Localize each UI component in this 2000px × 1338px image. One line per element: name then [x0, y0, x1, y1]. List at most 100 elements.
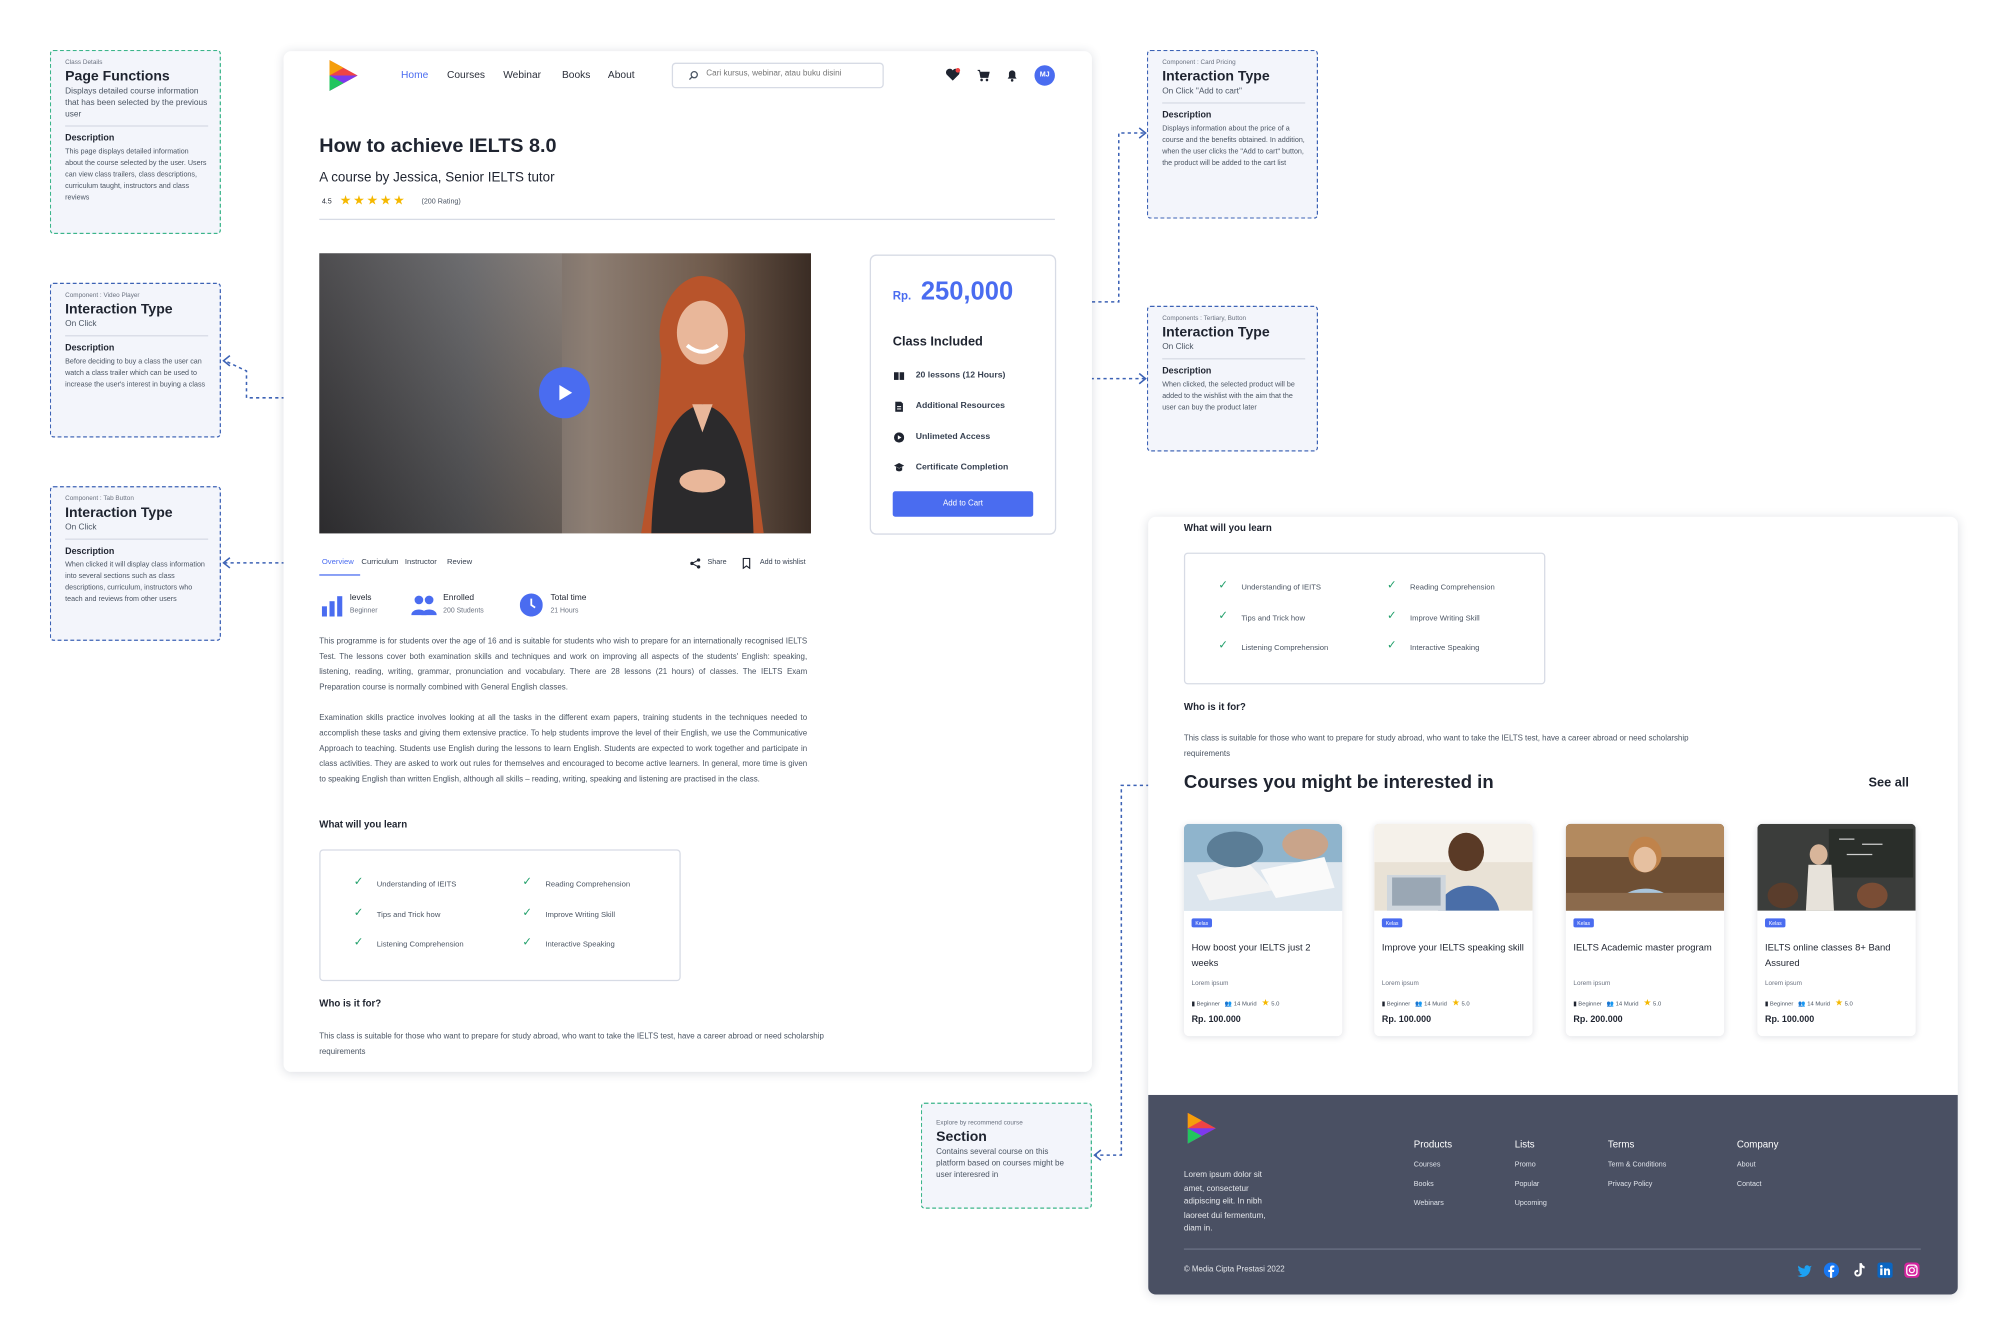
nav-webinar[interactable]: Webinar — [503, 69, 541, 81]
check-icon: ✓ — [1386, 578, 1397, 591]
footer-link[interactable]: Upcoming — [1515, 1200, 1547, 1208]
course-card-price: Rp. 100.000 — [1381, 1015, 1432, 1025]
share-icon[interactable] — [690, 558, 701, 570]
footer-link[interactable]: Contact — [1737, 1181, 1762, 1189]
document-icon — [895, 401, 903, 412]
search-input[interactable] — [706, 69, 880, 79]
who-text: This class is suitable for those who wan… — [1183, 734, 1689, 759]
tab-review[interactable]: Review — [447, 559, 472, 567]
cart-icon[interactable] — [977, 69, 990, 82]
check-icon: ✓ — [1218, 578, 1229, 591]
stat-label-total-time: Total time — [550, 593, 587, 603]
course-card-price: Rp. 200.000 — [1573, 1015, 1623, 1025]
video-player[interactable] — [319, 253, 811, 534]
learn-item: Improve Writing Skill — [545, 912, 616, 920]
star-icon: ★ — [1451, 999, 1460, 1008]
footer-link[interactable]: Webinars — [1414, 1200, 1444, 1208]
divider — [319, 218, 1055, 221]
stat-label-enrolled: Enrolled — [443, 593, 475, 603]
tab-curriculum[interactable]: Curriculum — [361, 559, 398, 567]
check-icon: ✓ — [1218, 608, 1229, 622]
rating-value: 4.5 — [321, 198, 332, 206]
instagram-icon[interactable] — [1904, 1262, 1920, 1278]
bookmark-icon[interactable] — [742, 557, 751, 570]
footer-heading-terms: Terms — [1607, 1138, 1635, 1150]
course-badge: Kelas — [1381, 918, 1403, 928]
students-icon: 👥 — [1798, 1000, 1806, 1007]
linkedin-icon[interactable] — [1877, 1262, 1893, 1278]
who-text: This class is suitable for those who wan… — [319, 1032, 824, 1057]
course-badge: Kelas — [1573, 918, 1594, 928]
course-card[interactable]: Kelas IELTS online classes 8+ Band Assur… — [1757, 823, 1916, 1037]
included-item: Unlimeted Access — [915, 432, 991, 442]
learn-item: Interactive Speaking — [1409, 644, 1480, 653]
check-icon: ✓ — [522, 905, 532, 919]
facebook-icon[interactable] — [1823, 1262, 1840, 1278]
search-icon — [688, 70, 698, 81]
footer-link[interactable]: Books — [1414, 1181, 1434, 1189]
tiktok-icon[interactable] — [1851, 1263, 1866, 1278]
learn-item: Tips and Trick how — [1241, 615, 1305, 623]
learn-item: Reading Comprehension — [545, 881, 631, 890]
recommend-heading: Courses you might be interested in — [1183, 772, 1494, 794]
learn-item: Understanding of IEITS — [376, 881, 457, 890]
avatar[interactable]: MJ — [1034, 65, 1055, 86]
pricing-card: Rp. 250,000 Class Included 20 lessons (1… — [869, 254, 1057, 535]
video-thumbnail-person — [641, 275, 764, 534]
learn-item: Tips and Trick how — [376, 912, 441, 920]
course-card[interactable]: Kelas Improve your IELTS speaking skill … — [1374, 823, 1533, 1037]
students-icon: 👥 — [1224, 1000, 1233, 1007]
add-to-wishlist-button[interactable]: Add to wishlist — [760, 559, 806, 567]
tab-overview[interactable]: Overview — [322, 559, 354, 567]
course-card[interactable]: Kelas How boost your IELTS just 2 weeks … — [1183, 823, 1343, 1037]
check-icon: ✓ — [522, 935, 532, 948]
footer-link[interactable]: Privacy Policy — [1608, 1181, 1652, 1189]
search-box[interactable] — [671, 62, 884, 89]
footer-divider — [1183, 1248, 1921, 1250]
share-button[interactable]: Share — [708, 559, 727, 567]
footer-link[interactable]: Term & Conditions — [1608, 1161, 1666, 1169]
footer-link[interactable]: Popular — [1515, 1181, 1540, 1189]
course-description-2: Examination skills practice involves loo… — [319, 713, 808, 785]
footer-link[interactable]: Courses — [1414, 1161, 1441, 1169]
wishlist-heart-icon[interactable] — [945, 68, 961, 82]
note-card-pricing: Component : Card Pricing Interaction Typ… — [1146, 49, 1319, 219]
who-heading: Who is it for? — [1183, 700, 1246, 713]
course-card-image — [1183, 823, 1343, 911]
nav-about[interactable]: About — [608, 69, 635, 81]
twitter-icon[interactable] — [1797, 1263, 1812, 1278]
check-icon: ✓ — [1386, 608, 1397, 622]
learn-box: ✓ Understanding of IEITS ✓ Reading Compr… — [319, 849, 681, 982]
check-icon: ✓ — [1386, 638, 1397, 652]
nav-courses[interactable]: Courses — [447, 69, 485, 81]
learn-box: ✓ Understanding of IEITS ✓ Reading Compr… — [1183, 552, 1546, 685]
add-to-cart-button[interactable]: Add to Cart — [892, 491, 1034, 517]
play-button[interactable] — [538, 367, 591, 419]
star-icon: ★ — [1643, 999, 1652, 1008]
check-icon: ✓ — [353, 905, 364, 919]
bell-icon[interactable] — [1006, 69, 1017, 82]
star-icon: ★ — [1261, 999, 1270, 1008]
footer-link[interactable]: Promo — [1515, 1161, 1536, 1169]
copyright: © Media Cipta Prestasi 2022 — [1183, 1265, 1285, 1275]
brand-logo[interactable] — [326, 58, 362, 94]
learn-item: Interactive Speaking — [545, 941, 615, 950]
course-card-title: IELTS online classes 8+ Band Assured — [1765, 941, 1891, 969]
tab-instructor[interactable]: Instructor — [405, 559, 437, 567]
who-heading: Who is it for? — [319, 997, 382, 1010]
book-icon — [893, 372, 905, 380]
included-item: Certificate Completion — [915, 463, 1009, 473]
see-all-link[interactable]: See all — [1868, 776, 1908, 790]
footer-heading-products: Products — [1413, 1138, 1453, 1150]
nav-home[interactable]: Home — [401, 69, 428, 81]
note-page-functions: Class Details Page Functions Displays de… — [49, 49, 221, 235]
footer-logo[interactable] — [1184, 1110, 1220, 1146]
course-card-price: Rp. 100.000 — [1765, 1015, 1815, 1025]
course-card-image — [1757, 823, 1916, 911]
note-tab-button: Component : Tab Button Interaction Type … — [49, 486, 221, 641]
course-subtitle: A course by Jessica, Senior IELTS tutor — [319, 170, 555, 186]
course-card[interactable]: Kelas IELTS Academic master program Lore… — [1565, 823, 1725, 1037]
nav-books[interactable]: Books — [562, 69, 590, 81]
rating-row: 4.5 ★★★★★ (200 Rating) — [321, 194, 577, 212]
footer-link[interactable]: About — [1737, 1161, 1756, 1169]
